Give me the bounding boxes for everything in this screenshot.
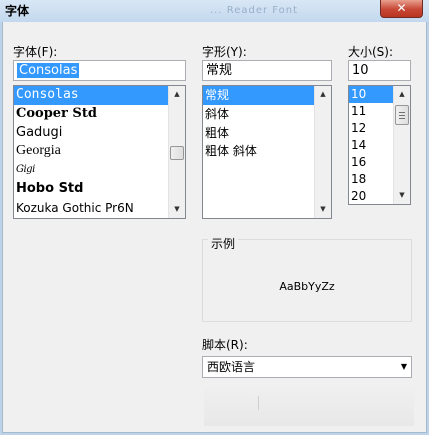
font-scrollbar[interactable]: ▲ ▼	[168, 86, 185, 218]
size-scrollbar[interactable]: ▲ ▼	[393, 86, 410, 204]
size-input-text: 10	[352, 63, 369, 78]
dialog-body: 字体(F): Consolas Consolas Cooper Std Gadu…	[2, 22, 427, 433]
font-item-consolas[interactable]: Consolas	[14, 86, 185, 105]
scroll-down-icon[interactable]: ▼	[315, 201, 331, 218]
font-item-cooper-std[interactable]: Cooper Std	[14, 105, 185, 124]
style-item-regular[interactable]: 常规	[203, 86, 331, 105]
font-item-kozuka-gothic[interactable]: Kozuka Gothic Pr6N	[14, 199, 185, 218]
scroll-up-icon[interactable]: ▲	[394, 86, 410, 103]
size-label: 大小(S):	[348, 45, 394, 59]
style-scrollbar[interactable]: ▲ ▼	[314, 86, 331, 218]
font-name-input-text: Consolas	[17, 63, 80, 78]
script-select[interactable]: 西欧语言 ▼	[202, 356, 412, 378]
style-input[interactable]: 常规	[202, 60, 332, 81]
script-select-value: 西欧语言	[207, 360, 256, 374]
font-name-input[interactable]: Consolas	[13, 60, 186, 81]
window-title: 字体	[5, 4, 30, 18]
thumb-grip	[399, 118, 405, 119]
font-dialog: 字体 ... Reader Font ✕ 字体(F): Consolas Con…	[0, 0, 429, 435]
style-input-text: 常规	[206, 63, 233, 78]
faded-area	[204, 384, 414, 426]
font-item-hobo-std[interactable]: Hobo Std	[14, 180, 185, 199]
size-listbox[interactable]: 10 11 12 14 16 18 20 ▲ ▼	[348, 85, 411, 205]
size-input[interactable]: 10	[348, 60, 411, 81]
scroll-up-icon[interactable]: ▲	[315, 86, 331, 103]
font-listbox[interactable]: Consolas Cooper Std Gadugi Georgia Gigi …	[13, 85, 186, 219]
scroll-down-icon[interactable]: ▼	[394, 187, 410, 204]
font-item-georgia[interactable]: Georgia	[14, 142, 185, 161]
thumb-grip	[399, 112, 405, 113]
scroll-down-icon[interactable]: ▼	[169, 201, 185, 218]
style-listbox[interactable]: 常规 斜体 粗体 粗体 斜体 ▲ ▼	[202, 85, 332, 219]
script-label: 脚本(R):	[202, 338, 248, 352]
chevron-down-icon[interactable]: ▼	[401, 357, 407, 377]
close-button[interactable]: ✕	[380, 0, 423, 18]
style-label: 字形(Y):	[202, 45, 247, 59]
style-item-bold[interactable]: 粗体	[203, 124, 331, 143]
scroll-up-icon[interactable]: ▲	[169, 86, 185, 103]
font-item-gadugi[interactable]: Gadugi	[14, 124, 185, 143]
font-label: 字体(F):	[13, 45, 58, 59]
sample-label: 示例	[208, 235, 239, 252]
sample-preview-text: AaBbYyZz	[279, 280, 335, 293]
style-item-bold-italic[interactable]: 粗体 斜体	[203, 142, 331, 161]
size-scroll-thumb[interactable]	[395, 105, 409, 125]
divider	[258, 396, 259, 410]
font-item-gigi[interactable]: Gigi	[14, 161, 185, 180]
style-item-italic[interactable]: 斜体	[203, 105, 331, 124]
close-icon: ✕	[396, 1, 407, 15]
font-scroll-thumb[interactable]	[170, 146, 184, 160]
thumb-grip	[399, 115, 405, 116]
window-title-faded: ... Reader Font	[210, 5, 299, 16]
title-bar: 字体 ... Reader Font ✕	[0, 0, 429, 22]
